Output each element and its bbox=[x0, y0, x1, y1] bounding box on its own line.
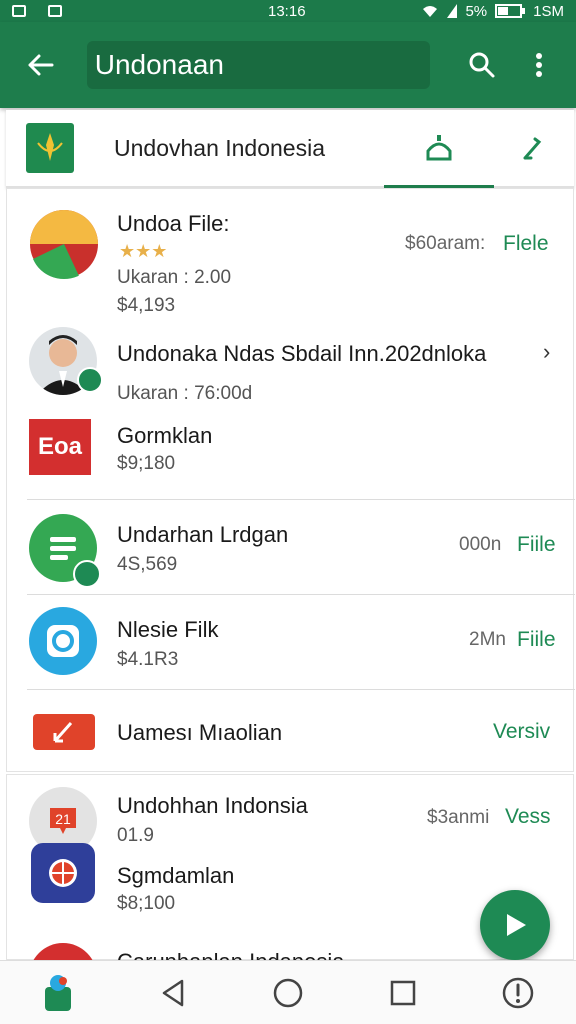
badge-icon bbox=[73, 560, 101, 588]
pie-app-icon bbox=[29, 209, 99, 279]
item-action[interactable]: Versiv bbox=[493, 720, 550, 744]
edit-app-icon bbox=[33, 714, 95, 750]
item-size: Ukaran : 76:00d bbox=[117, 383, 253, 404]
chevron-right-icon[interactable]: › bbox=[543, 339, 550, 365]
list-item[interactable]: Undonaka Ndas Sbdail Inn.202dnloka Ukara… bbox=[7, 319, 575, 419]
home-circle-icon bbox=[273, 978, 303, 1007]
status-time: 13:16 bbox=[268, 2, 306, 20]
list-item[interactable]: Eoa Gormklan $9;180 bbox=[7, 419, 575, 499]
item-meta: 000n bbox=[459, 534, 502, 555]
play-icon bbox=[507, 914, 526, 936]
image-notification-icon bbox=[48, 5, 62, 17]
battery-percent: 5% bbox=[465, 2, 488, 20]
item-action[interactable]: Fiile bbox=[517, 628, 556, 652]
nav-recents-button[interactable] bbox=[373, 963, 433, 1023]
item-price: 01.9 bbox=[117, 825, 154, 846]
emblem-icon bbox=[37, 133, 63, 161]
item-title: Undarhan Lrdgan bbox=[117, 522, 289, 547]
item-action[interactable]: Flele bbox=[503, 232, 549, 256]
red-app-icon bbox=[29, 943, 97, 961]
camera-app-icon bbox=[29, 607, 97, 675]
signal-icon bbox=[447, 4, 458, 18]
rating-stars-icon: ★★★ bbox=[119, 241, 168, 261]
play-fab-button[interactable] bbox=[480, 890, 550, 960]
pen-icon bbox=[523, 137, 542, 160]
item-title: Uamesı Mıaolian bbox=[117, 720, 283, 745]
verified-badge-icon bbox=[77, 367, 103, 393]
item-price: $4,193 bbox=[117, 295, 176, 316]
item-price: 4S,569 bbox=[117, 554, 178, 575]
item-action[interactable]: Vess bbox=[505, 805, 551, 829]
status-right-text: 1SM bbox=[533, 2, 564, 20]
tab-edit[interactable] bbox=[478, 110, 576, 188]
nav-home-button[interactable] bbox=[258, 963, 318, 1023]
back-triangle-icon bbox=[162, 979, 184, 1006]
eoa-app-icon: Eoa bbox=[29, 419, 91, 475]
list-item[interactable]: Uamesı Mıaolian Versiv bbox=[7, 690, 575, 772]
item-meta: $60aram: bbox=[405, 233, 486, 254]
back-button[interactable] bbox=[16, 40, 65, 90]
search-query: Undonaan bbox=[94, 49, 224, 80]
list-item[interactable]: Nlesie Filk $4.1R3 2Mn Fiile bbox=[7, 595, 575, 689]
alert-circle-icon bbox=[503, 977, 534, 1008]
item-title: Undoa File: bbox=[117, 211, 230, 236]
status-bar: 13:16 5% 1SM bbox=[0, 0, 576, 22]
search-icon bbox=[469, 52, 495, 78]
header-title: Undovhan Indonesia bbox=[114, 134, 325, 161]
app-shortcut-button[interactable] bbox=[28, 963, 88, 1023]
notification-icon bbox=[12, 5, 26, 17]
app-bar: Undonaan bbox=[0, 22, 576, 108]
item-price: $8;100 bbox=[117, 893, 176, 914]
item-size: Ukaran : 2.00 bbox=[117, 267, 232, 288]
list-item[interactable]: 21 Undohhan Indonsia 01.9 $3anmi Vess bbox=[7, 775, 575, 855]
nav-assist-button[interactable] bbox=[488, 963, 548, 1023]
item-meta: 2Mn bbox=[469, 629, 506, 650]
svg-text:21: 21 bbox=[55, 811, 71, 827]
item-price: $9;180 bbox=[117, 453, 176, 474]
nav-back-button[interactable] bbox=[143, 963, 203, 1023]
item-title: Gormklan bbox=[117, 423, 213, 448]
item-title: Nlesie Filk bbox=[117, 617, 219, 642]
globe-app-icon bbox=[31, 843, 95, 903]
wifi-icon bbox=[423, 6, 438, 17]
search-button[interactable] bbox=[460, 40, 503, 90]
download-list: Undoa File: ★★★ Ukaran : 2.00 $4,193 $60… bbox=[6, 188, 575, 772]
recents-square-icon bbox=[390, 980, 416, 1005]
item-price: $4.1R3 bbox=[117, 649, 179, 670]
item-title: Sgmdamlan bbox=[117, 863, 235, 888]
mosque-icon bbox=[426, 134, 452, 160]
item-meta: $3anmi bbox=[427, 807, 490, 828]
item-title: Undohhan Indonsia bbox=[117, 793, 308, 818]
header-bar: Undovhan Indonesia bbox=[6, 110, 574, 188]
battery-icon bbox=[495, 4, 526, 18]
back-arrow-icon bbox=[28, 54, 54, 76]
app-shortcut-icon bbox=[44, 974, 71, 1011]
more-vert-icon bbox=[535, 53, 542, 77]
app-logo-text: Eoa bbox=[37, 433, 82, 460]
more-options-button[interactable] bbox=[517, 40, 560, 90]
system-nav-bar bbox=[0, 960, 576, 1024]
list-item[interactable]: Undarhan Lrdgan 4S,569 000n Fiile bbox=[7, 500, 575, 594]
item-action[interactable]: Fiile bbox=[517, 533, 556, 557]
item-title: Undonaka Ndas Sbdail Inn.202dnloka bbox=[117, 341, 487, 366]
search-input[interactable]: Undonaan bbox=[86, 41, 431, 89]
app-logo bbox=[26, 123, 74, 173]
list-item[interactable]: Undoa File: ★★★ Ukaran : 2.00 $4,193 $60… bbox=[7, 189, 575, 319]
